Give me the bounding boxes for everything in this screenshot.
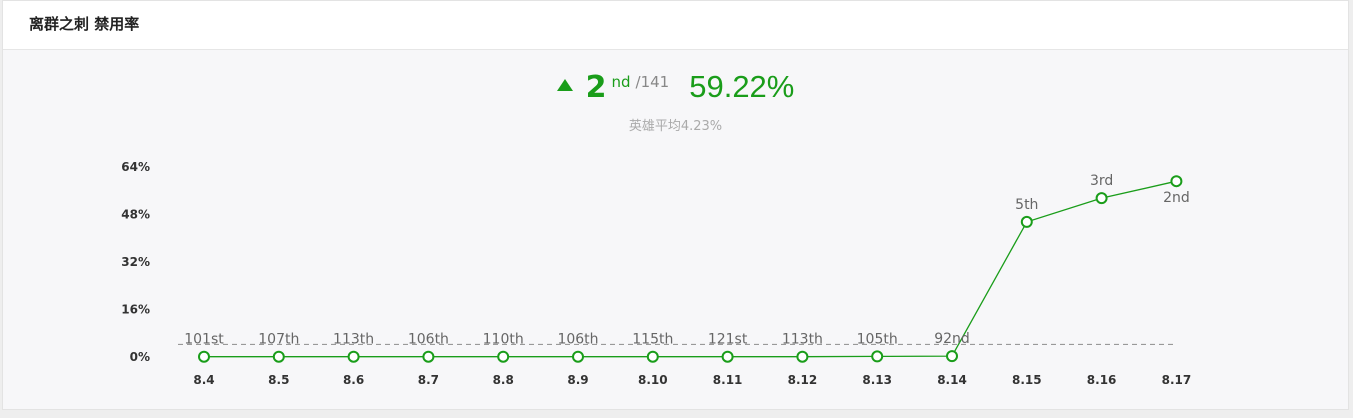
data-point[interactable] xyxy=(1020,215,1033,228)
data-point[interactable] xyxy=(347,350,360,363)
x-tick-label: 8.12 xyxy=(788,373,818,387)
rank-label: 113th xyxy=(782,332,823,348)
rank-label: 3rd xyxy=(1090,173,1113,189)
x-tick-label: 8.5 xyxy=(268,373,289,387)
x-tick-label: 8.10 xyxy=(638,373,668,387)
y-tick-label: 0% xyxy=(130,350,150,364)
x-tick-label: 8.7 xyxy=(418,373,439,387)
rank-label: 105th xyxy=(857,331,898,347)
data-point[interactable] xyxy=(422,350,435,363)
data-point[interactable] xyxy=(1170,175,1183,188)
x-tick-label: 8.11 xyxy=(713,373,743,387)
y-tick-label: 64% xyxy=(121,160,150,174)
x-tick-label: 8.17 xyxy=(1162,373,1192,387)
x-tick-label: 8.4 xyxy=(193,373,214,387)
rank-label: 110th xyxy=(483,332,524,348)
x-tick-label: 8.8 xyxy=(493,373,514,387)
x-tick-label: 8.6 xyxy=(343,373,364,387)
data-point[interactable] xyxy=(871,350,884,363)
y-tick-label: 32% xyxy=(121,255,150,269)
rank-label: 107th xyxy=(258,332,299,348)
data-point[interactable] xyxy=(1095,192,1108,205)
rank-label: 92nd xyxy=(934,331,970,347)
ban-rate-line-chart: 0% 16% 32% 48% 64% 8.4 8.5 8.6 8.7 8.8 8.9 8.10 8.1… xyxy=(121,160,1191,387)
data-point[interactable] xyxy=(946,350,958,363)
rank-label: 113th xyxy=(333,332,374,348)
y-axis: 0% 16% 32% 48% 64% xyxy=(121,160,150,364)
data-point[interactable] xyxy=(198,350,210,363)
x-tick-label: 8.13 xyxy=(862,373,892,387)
data-point[interactable] xyxy=(721,350,734,363)
rank-labels: 101st 107th 113th 106th 110th 106th 115th 121st… xyxy=(184,173,1189,348)
data-point[interactable] xyxy=(272,350,285,363)
x-tick-label: 8.16 xyxy=(1087,373,1117,387)
data-point[interactable] xyxy=(646,350,659,363)
rank-label: 2nd xyxy=(1163,190,1190,206)
rank-label: 115th xyxy=(632,332,673,348)
y-tick-label: 48% xyxy=(121,208,150,222)
rank-label: 106th xyxy=(408,332,449,348)
rank-label: 5th xyxy=(1015,197,1038,213)
y-tick-label: 16% xyxy=(121,303,150,317)
x-tick-label: 8.15 xyxy=(1012,373,1042,387)
x-axis: 8.4 8.5 8.6 8.7 8.8 8.9 8.10 8.11 8.12 8.13 8.14 8.… xyxy=(193,373,1191,387)
x-tick-label: 8.9 xyxy=(567,373,588,387)
data-point[interactable] xyxy=(572,350,584,363)
rank-label: 106th xyxy=(557,332,598,348)
data-point[interactable] xyxy=(796,350,809,363)
rank-label: 101st xyxy=(184,332,224,348)
data-point[interactable] xyxy=(497,350,510,363)
rank-label: 121st xyxy=(708,332,748,348)
x-tick-label: 8.14 xyxy=(937,373,967,387)
